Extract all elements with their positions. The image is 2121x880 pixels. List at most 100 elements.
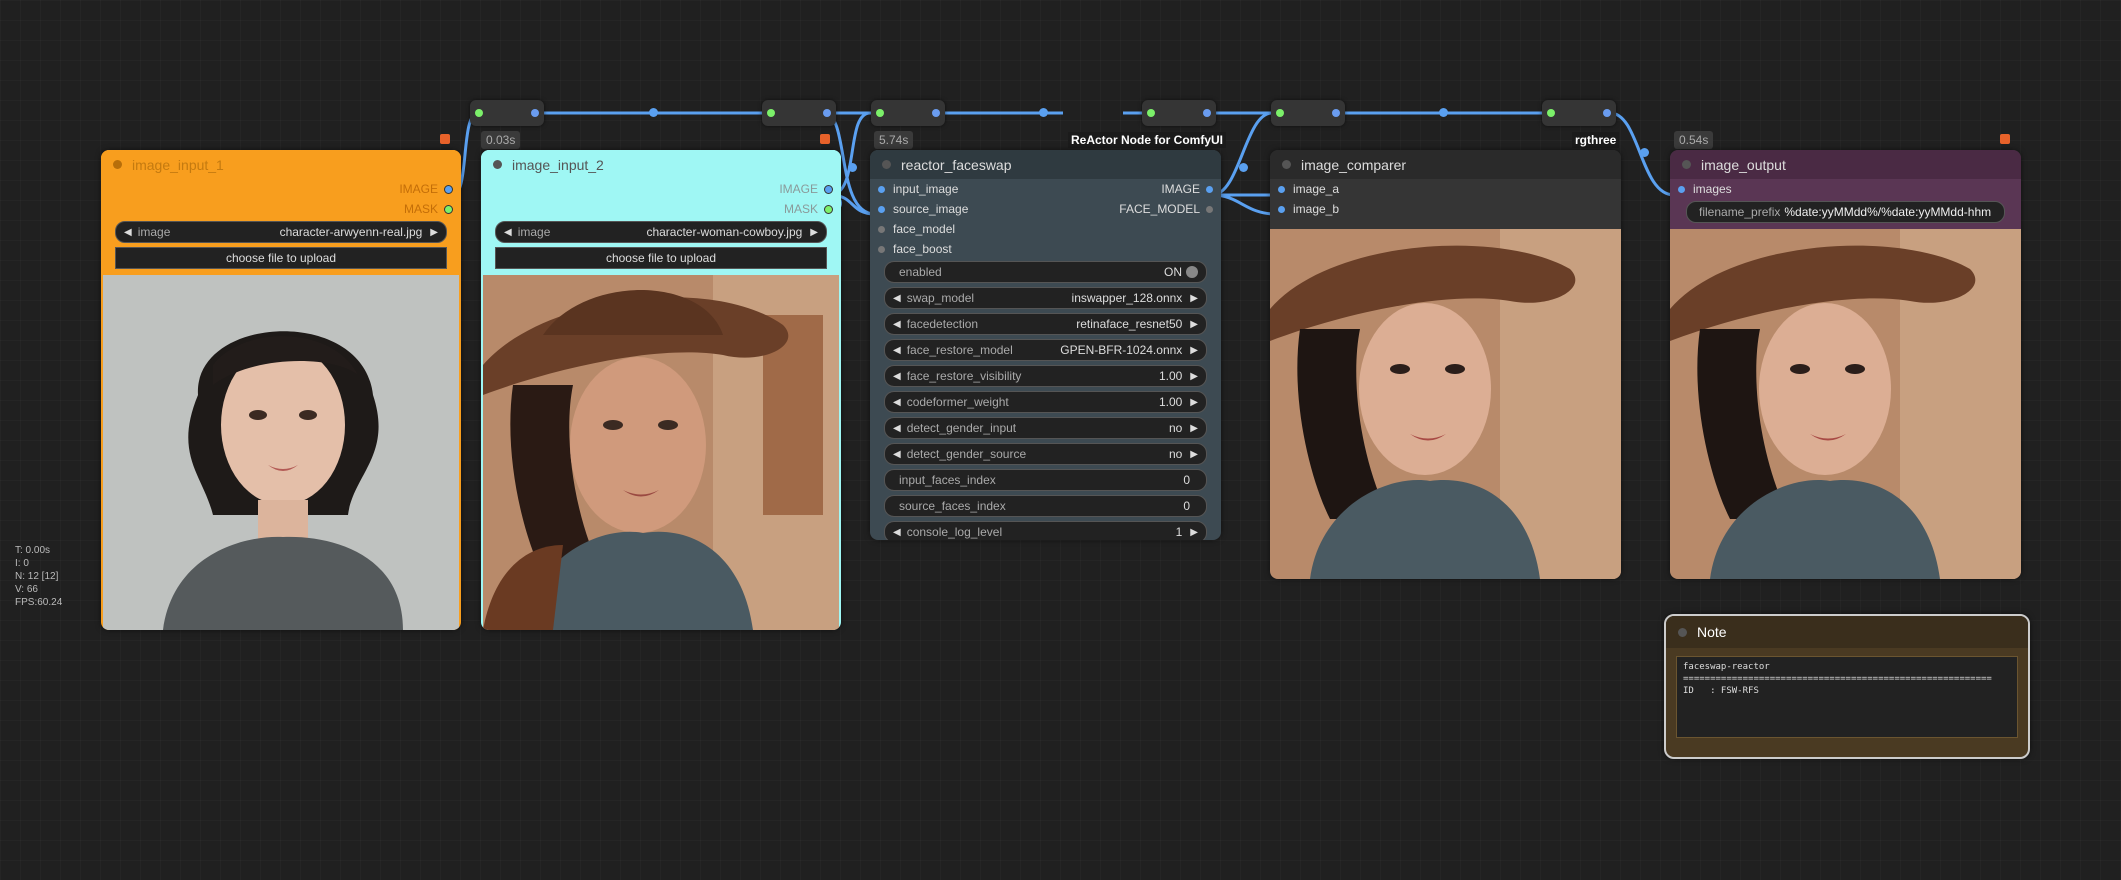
output-slot-mask[interactable]: MASK [404, 202, 453, 216]
left-arrow-icon[interactable]: ◀ [893, 293, 901, 304]
pin-icon[interactable] [878, 185, 885, 193]
right-arrow-icon[interactable]: ▶ [1190, 345, 1198, 356]
pin-icon[interactable] [824, 184, 833, 194]
link-midpoint[interactable] [1640, 148, 1649, 157]
reroute-node[interactable] [1542, 100, 1616, 126]
widget-face-restore-visibility[interactable]: ◀ face_restore_visibility 1.00 ▶ [884, 365, 1207, 387]
collapse-dot-icon[interactable] [882, 160, 891, 169]
reroute-node[interactable] [1271, 100, 1345, 126]
reroute-node[interactable] [1142, 100, 1216, 126]
output-slot-image[interactable]: IMAGE [399, 182, 453, 196]
widget-console-log-level[interactable]: ◀ console_log_level 1 ▶ [884, 521, 1207, 540]
node-image-output[interactable]: image_output images filename_prefix %dat… [1670, 150, 2021, 579]
widget-detect-gender-input[interactable]: ◀ detect_gender_input no ▶ [884, 417, 1207, 439]
input-slot-images[interactable]: images [1678, 182, 1732, 196]
pin-icon[interactable] [1278, 205, 1285, 213]
slot-label: image_b [1293, 202, 1340, 216]
node-title-bar[interactable]: reactor_faceswap [870, 150, 1221, 179]
left-arrow-icon[interactable]: ◀ [893, 371, 901, 382]
image-combo-widget[interactable]: ◀ image character-arwyenn-real.jpg ▶ [115, 221, 447, 243]
right-arrow-icon[interactable]: ▶ [1190, 371, 1198, 382]
slot-row: image_b [1270, 199, 1621, 219]
image-combo-widget[interactable]: ◀ image character-woman-cowboy.jpg ▶ [495, 221, 827, 243]
reroute-node[interactable] [470, 100, 544, 126]
output-slot-image[interactable]: IMAGE [779, 182, 833, 196]
link-midpoint[interactable] [848, 163, 857, 172]
left-arrow-icon[interactable]: ◀ [893, 527, 901, 538]
right-arrow-icon[interactable]: ▶ [1190, 319, 1198, 330]
left-arrow-icon[interactable]: ◀ [124, 227, 132, 238]
link-midpoint[interactable] [649, 108, 658, 117]
right-arrow-icon[interactable]: ▶ [1190, 449, 1198, 460]
node-reactor-faceswap[interactable]: reactor_faceswap input_image IMAGE sourc… [870, 150, 1221, 540]
collapse-dot-icon[interactable] [1282, 160, 1291, 169]
widget-label: facedetection [906, 317, 979, 331]
filename-prefix-field[interactable]: filename_prefix %date:yyMMdd%/%date:yyMM… [1686, 201, 2005, 223]
note-text-area[interactable]: faceswap-reactor =======================… [1676, 656, 2018, 738]
node-title-bar[interactable]: image_input_2 [481, 150, 841, 179]
node-image-input-1[interactable]: image_input_1 IMAGE MASK ◀ image charact… [101, 150, 461, 630]
toggle-knob-icon[interactable] [1186, 266, 1198, 278]
upload-button[interactable]: choose file to upload [115, 247, 447, 269]
link-midpoint[interactable] [1439, 108, 1448, 117]
widget-input-faces-index[interactable]: input_faces_index 0 [884, 469, 1207, 491]
execution-time-badge: 0.54s [1674, 131, 1714, 149]
output-slot-image[interactable]: IMAGE [1161, 182, 1213, 196]
left-arrow-icon[interactable]: ◀ [893, 449, 901, 460]
output-slot-mask[interactable]: MASK [784, 202, 833, 216]
node-title-bar[interactable]: image_output [1670, 150, 2021, 179]
right-arrow-icon[interactable]: ▶ [1190, 293, 1198, 304]
node-image-comparer[interactable]: image_comparer image_a image_b [1270, 150, 1621, 579]
reactor-widget-list: ◀ swap_model inswapper_128.onnx ▶ ◀ facedetec… [870, 287, 1221, 540]
reroute-node[interactable] [762, 100, 836, 126]
left-arrow-icon[interactable]: ◀ [893, 319, 901, 330]
widget-detect-gender-source[interactable]: ◀ detect_gender_source no ▶ [884, 443, 1207, 465]
widget-facedetection[interactable]: ◀ facedetection retinaface_resnet50 ▶ [884, 313, 1207, 335]
left-arrow-icon[interactable]: ◀ [893, 345, 901, 356]
left-arrow-icon[interactable]: ◀ [893, 423, 901, 434]
input-slot-source-image[interactable]: source_image [878, 202, 968, 216]
node-title-bar[interactable]: image_input_1 [101, 150, 461, 179]
collapse-dot-icon[interactable] [493, 160, 502, 169]
collapse-dot-icon[interactable] [113, 160, 122, 169]
right-arrow-icon[interactable]: ▶ [810, 227, 818, 238]
upload-button[interactable]: choose file to upload [495, 247, 827, 269]
right-arrow-icon[interactable]: ▶ [1190, 527, 1198, 538]
pin-icon[interactable] [878, 245, 885, 253]
input-slot-image-a[interactable]: image_a [1278, 182, 1339, 196]
link-midpoint[interactable] [1039, 108, 1048, 117]
collapse-dot-icon[interactable] [1682, 160, 1691, 169]
pin-icon[interactable] [444, 204, 453, 214]
enabled-toggle[interactable]: enabled ON [884, 261, 1207, 283]
input-slot-image-b[interactable]: image_b [1278, 202, 1339, 216]
link-midpoint[interactable] [1239, 163, 1248, 172]
node-note[interactable]: Note faceswap-reactor ==================… [1664, 614, 2030, 759]
output-slot-face-model[interactable]: FACE_MODEL [1119, 202, 1213, 216]
right-arrow-icon[interactable]: ▶ [430, 227, 438, 238]
node-image-input-2[interactable]: image_input_2 IMAGE MASK ◀ image charact… [481, 150, 841, 630]
pin-icon[interactable] [878, 225, 885, 233]
input-slot-face-boost[interactable]: face_boost [878, 242, 952, 256]
pin-icon[interactable] [1206, 205, 1213, 213]
input-slot-face-model[interactable]: face_model [878, 222, 955, 236]
widget-swap-model[interactable]: ◀ swap_model inswapper_128.onnx ▶ [884, 287, 1207, 309]
pin-icon[interactable] [444, 184, 453, 194]
widget-face-restore-model[interactable]: ◀ face_restore_model GPEN-BFR-1024.onnx ▶ [884, 339, 1207, 361]
right-arrow-icon[interactable]: ▶ [1190, 423, 1198, 434]
left-arrow-icon[interactable]: ◀ [504, 227, 512, 238]
input-slot-input-image[interactable]: input_image [878, 182, 958, 196]
node-title-bar[interactable]: Note [1666, 616, 2028, 648]
pin-icon[interactable] [1278, 185, 1285, 193]
widget-codeformer-weight[interactable]: ◀ codeformer_weight 1.00 ▶ [884, 391, 1207, 413]
node-title-bar[interactable]: image_comparer [1270, 150, 1621, 179]
pin-icon[interactable] [824, 204, 833, 214]
collapse-dot-icon[interactable] [1678, 627, 1687, 637]
reroute-node[interactable] [871, 100, 945, 126]
left-arrow-icon[interactable]: ◀ [893, 397, 901, 408]
pin-icon[interactable] [878, 205, 885, 213]
pin-icon[interactable] [1206, 185, 1213, 193]
right-arrow-icon[interactable]: ▶ [1190, 397, 1198, 408]
node-title: image_input_2 [512, 156, 604, 173]
widget-source-faces-index[interactable]: source_faces_index 0 [884, 495, 1207, 517]
pin-icon[interactable] [1678, 185, 1685, 193]
